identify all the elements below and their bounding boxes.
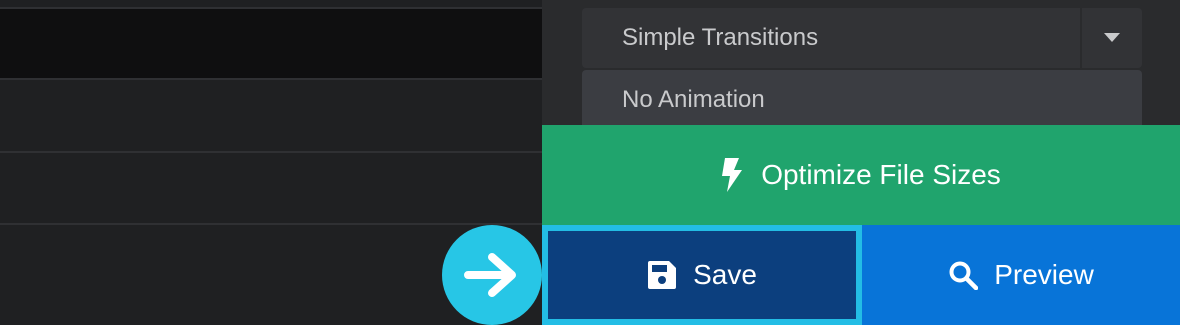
animation-select-value: Simple Transitions — [622, 24, 819, 51]
save-button[interactable]: Save — [542, 225, 862, 325]
dropdown-option-label: No Animation — [622, 86, 765, 113]
dropdown-option-no-animation[interactable]: No Animation — [582, 70, 1142, 130]
list-row — [0, 80, 542, 153]
lightning-bolt-icon — [721, 158, 743, 192]
arrow-right-icon — [464, 253, 516, 297]
save-button-label: Save — [693, 259, 757, 290]
preview-button[interactable]: Preview — [862, 225, 1180, 325]
preview-button-label: Preview — [994, 259, 1094, 290]
animation-select[interactable]: Simple Transitions — [582, 8, 1142, 68]
optimize-file-sizes-button[interactable]: Optimize File Sizes — [542, 125, 1180, 225]
app-root: Simple Transitions No Animation Optimize… — [0, 0, 1180, 325]
pointer-badge — [442, 225, 542, 325]
caret-down-icon[interactable] — [1082, 8, 1142, 68]
floppy-disk-icon — [647, 260, 677, 290]
settings-panel: Simple Transitions No Animation Optimize… — [542, 0, 1180, 325]
list-row — [0, 0, 542, 9]
list-row — [0, 153, 542, 225]
list-row — [0, 9, 542, 80]
optimize-button-label: Optimize File Sizes — [761, 159, 1001, 190]
magnifier-icon — [948, 260, 979, 290]
